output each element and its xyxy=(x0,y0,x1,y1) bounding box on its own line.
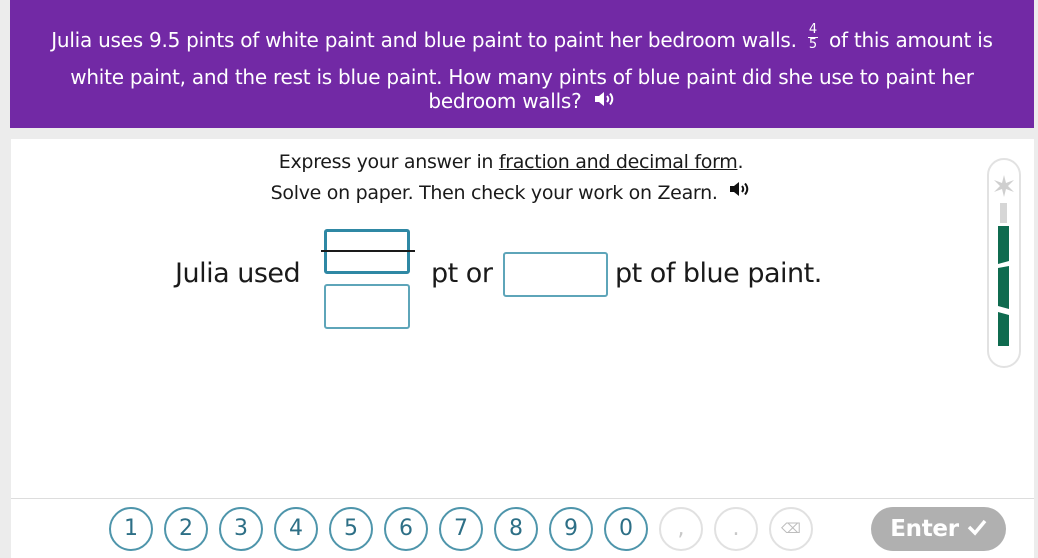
decimal-point-key[interactable]: . xyxy=(714,507,758,551)
question-text-part-1: Julia uses 9.5 pints of white paint and … xyxy=(51,28,797,52)
comma-key[interactable]: , xyxy=(659,507,703,551)
key-1[interactable]: 1 xyxy=(109,507,153,551)
question-text-part-2: of this amount is xyxy=(828,28,993,52)
answer-prefix: Julia used xyxy=(175,258,301,289)
instructions-prefix: Express your answer in xyxy=(278,151,499,173)
key-5[interactable]: 5 xyxy=(329,507,373,551)
instructions-line-1: Express your answer in fraction and deci… xyxy=(11,151,1011,173)
answer-middle-text: pt or xyxy=(431,258,493,289)
question-speaker-icon[interactable] xyxy=(594,89,616,113)
question-line-1: Julia uses 9.5 pints of white paint and … xyxy=(10,23,1034,56)
progress-segment-1 xyxy=(1000,203,1007,223)
key-8[interactable]: 8 xyxy=(494,507,538,551)
key-3[interactable]: 3 xyxy=(219,507,263,551)
lesson-screen: Julia uses 9.5 pints of white paint and … xyxy=(0,0,1038,558)
instructions-period: . xyxy=(737,151,744,173)
keypad-divider xyxy=(11,498,1034,499)
key-7[interactable]: 7 xyxy=(439,507,483,551)
progress-segment-3 xyxy=(998,266,1009,309)
question-text-part-3: bedroom walls? xyxy=(428,89,582,113)
key-2[interactable]: 2 xyxy=(164,507,208,551)
progress-meter xyxy=(987,158,1021,368)
question-fraction-numerator: 4 xyxy=(807,22,818,38)
instructions-speaker-icon[interactable] xyxy=(729,180,751,203)
work-area: Express your answer in fraction and deci… xyxy=(11,139,1034,558)
question-line-2: white paint, and the rest is blue paint.… xyxy=(70,65,974,89)
key-6[interactable]: 6 xyxy=(384,507,428,551)
decimal-input[interactable] xyxy=(503,252,608,297)
instructions-text: Solve on paper. Then check your work on … xyxy=(270,182,718,204)
question-fraction: 4 5 xyxy=(807,22,818,52)
enter-button-label: Enter xyxy=(890,516,959,542)
enter-button[interactable]: Enter xyxy=(871,507,1006,551)
key-9[interactable]: 9 xyxy=(549,507,593,551)
fraction-bar xyxy=(321,250,415,252)
key-0[interactable]: 0 xyxy=(604,507,648,551)
question-fraction-denominator: 5 xyxy=(808,37,817,52)
backspace-key[interactable]: ⌫ xyxy=(769,507,813,551)
instructions-line-2: Solve on paper. Then check your work on … xyxy=(11,182,1011,205)
key-4[interactable]: 4 xyxy=(274,507,318,551)
progress-meter-graphic xyxy=(994,175,1014,346)
denominator-input[interactable] xyxy=(324,284,410,329)
sparkle-icon xyxy=(994,175,1014,197)
checkmark-icon xyxy=(967,507,987,551)
progress-segment-4 xyxy=(998,312,1009,346)
answer-suffix: pt of blue paint. xyxy=(615,258,822,289)
progress-segment-2 xyxy=(998,226,1009,264)
question-banner: Julia uses 9.5 pints of white paint and … xyxy=(10,0,1034,128)
question-line-3: bedroom walls? xyxy=(10,89,1034,115)
fraction-decimal-form-link[interactable]: fraction and decimal form xyxy=(499,151,738,173)
